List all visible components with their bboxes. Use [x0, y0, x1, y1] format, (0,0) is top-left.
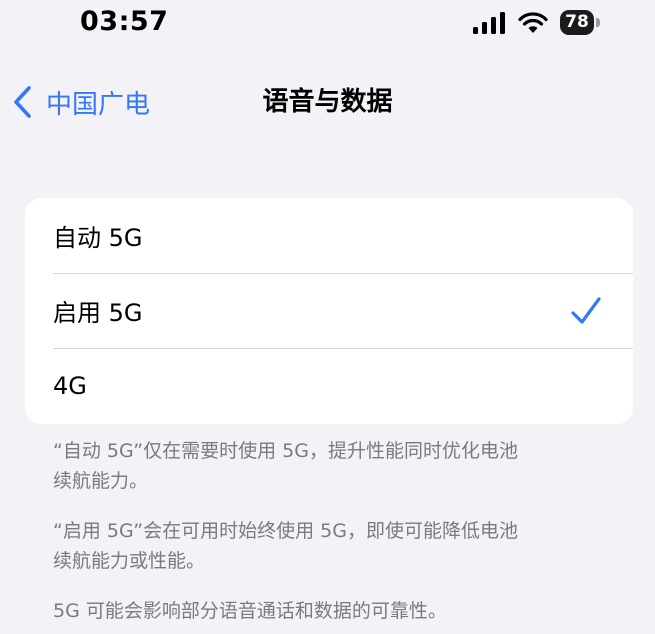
footnote-auto-5g: “自动 5G”仅在需要时使用 5G，提升性能同时优化电池 续航能力。 [53, 436, 621, 496]
option-label: 4G [53, 371, 87, 400]
option-label: 自动 5G [53, 224, 143, 252]
footnote-line: 续航能力或性能。 [53, 550, 206, 572]
wifi-icon [518, 12, 548, 33]
footnote-line: 续航能力。 [53, 470, 149, 492]
footnote-5g-reliability: 5G 可能会影响部分语音通话和数据的可靠性。 [53, 596, 621, 626]
option-4g[interactable]: 4G [25, 348, 633, 423]
battery-nub [596, 18, 600, 27]
option-label: 启用 5G [53, 299, 143, 327]
status-time: 03:57 [80, 6, 169, 37]
option-auto-5g[interactable]: 自动 5G [25, 198, 633, 273]
option-enable-5g[interactable]: 启用 5G [25, 273, 633, 348]
footnote-line: “启用 5G”会在可用时始终使用 5G，即使可能降低电池 [53, 520, 518, 542]
status-bar: 03:57 78 [0, 0, 655, 50]
cellular-signal-icon [473, 12, 505, 34]
footnote-line: “自动 5G”仅在需要时使用 5G，提升性能同时优化电池 [53, 440, 518, 462]
footnote-enable-5g: “启用 5G”会在可用时始终使用 5G，即使可能降低电池 续航能力或性能。 [53, 516, 621, 576]
page-title: 语音与数据 [262, 87, 393, 117]
voice-data-options-list: 自动 5G 启用 5G 4G [25, 198, 633, 424]
footnote-line: 5G 可能会影响部分语音通话和数据的可靠性。 [53, 600, 447, 622]
checkmark-icon [571, 297, 601, 324]
battery-indicator: 78 [560, 10, 594, 35]
